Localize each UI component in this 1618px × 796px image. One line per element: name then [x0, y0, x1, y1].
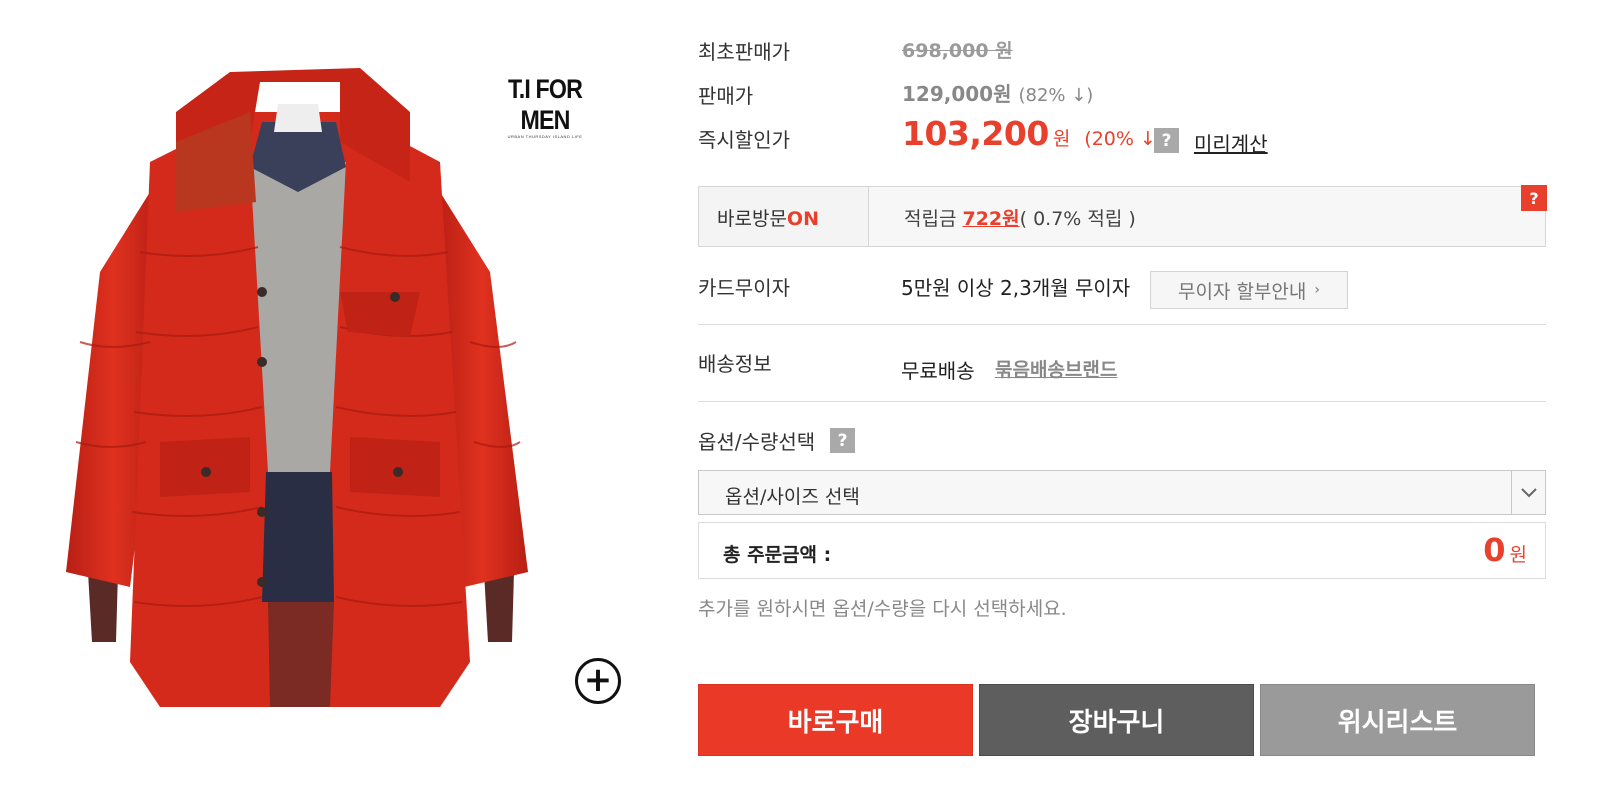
visit-cell: 바로방문ON	[699, 187, 869, 246]
instant-price-group: 103,200 원 (20% ↓)	[902, 114, 1163, 153]
zoom-button[interactable]: +	[575, 658, 621, 704]
total-unit: 원	[1509, 544, 1527, 566]
total-amount: 0	[1483, 531, 1506, 569]
option-size-select[interactable]: 옵션/사이즈 선택	[698, 470, 1546, 515]
shipping-text: 무료배송	[901, 359, 975, 383]
sale-price-label: 판매가	[698, 84, 754, 108]
original-price: 698,000 원	[902, 40, 1013, 62]
precalc-link[interactable]: 미리계산	[1194, 128, 1268, 157]
wishlist-button[interactable]: 위시리스트	[1260, 684, 1535, 756]
points-help-icon[interactable]: ?	[1521, 185, 1547, 211]
add-to-cart-button[interactable]: 장바구니	[979, 684, 1254, 756]
option-select-value: 옵션/사이즈 선택	[725, 486, 860, 508]
total-order-box: 총 주문금액 : 0 원	[698, 522, 1546, 579]
points-prefix: 적립금	[904, 208, 963, 230]
instant-help-icon[interactable]: ?	[1154, 128, 1179, 153]
product-image[interactable]: T.I FOR MEN URBAN THURSDAY ISLAND LIFE +	[0, 42, 640, 724]
visit-on-badge: ON	[786, 208, 819, 230]
option-label: 옵션/수량선택	[698, 430, 816, 454]
instant-rate: (20% ↓)	[1084, 128, 1164, 150]
points-rate: ( 0.7% 적립 )	[1019, 208, 1136, 230]
zoom-plus-icon: +	[583, 659, 613, 700]
bundle-shipping-link[interactable]: 묶음배송브랜드	[995, 355, 1117, 382]
divider	[698, 324, 1546, 325]
visit-label: 바로방문ON	[717, 204, 819, 231]
installment-guide-button[interactable]: 무이자 할부안내 ›	[1150, 271, 1348, 309]
shipping-label: 배송정보	[698, 352, 772, 376]
brand-logo: T.I FOR MEN URBAN THURSDAY ISLAND LIFE	[480, 74, 610, 139]
total-label: 총 주문금액 :	[723, 544, 832, 566]
buy-now-button[interactable]: 바로구매	[698, 684, 973, 756]
visit-label-text: 바로방문	[717, 208, 787, 230]
installment-guide-label: 무이자 할부안내	[1177, 280, 1307, 303]
visit-points-box: 바로방문ON 적립금 722원( 0.7% 적립 ) ?	[698, 185, 1547, 247]
original-price-label: 최초판매가	[698, 40, 790, 64]
chevron-right-icon: ›	[1314, 282, 1320, 298]
option-help-icon[interactable]: ?	[830, 428, 855, 453]
brand-name: T.I FOR MEN	[508, 74, 583, 135]
sale-price: 129,000원	[902, 82, 1012, 106]
total-value: 0 원	[1483, 531, 1527, 569]
points-info: 적립금 722원( 0.7% 적립 )	[904, 204, 1136, 231]
option-notice: 추가를 원하시면 옵션/수량을 다시 선택하세요.	[698, 598, 1067, 620]
instant-price-unit: 원	[1052, 128, 1071, 150]
chevron-down-icon	[1511, 471, 1545, 514]
instant-price: 103,200	[902, 114, 1049, 153]
card-installment-text: 5만원 이상 2,3개월 무이자	[901, 276, 1131, 300]
instant-price-label: 즉시할인가	[698, 128, 790, 152]
card-label: 카드무이자	[698, 276, 790, 300]
points-amount[interactable]: 722원	[962, 208, 1019, 230]
coat-illustration	[66, 68, 528, 707]
sale-rate: (82% ↓)	[1018, 85, 1094, 106]
sale-price-group: 129,000원 (82% ↓)	[902, 78, 1093, 107]
divider	[698, 401, 1546, 402]
